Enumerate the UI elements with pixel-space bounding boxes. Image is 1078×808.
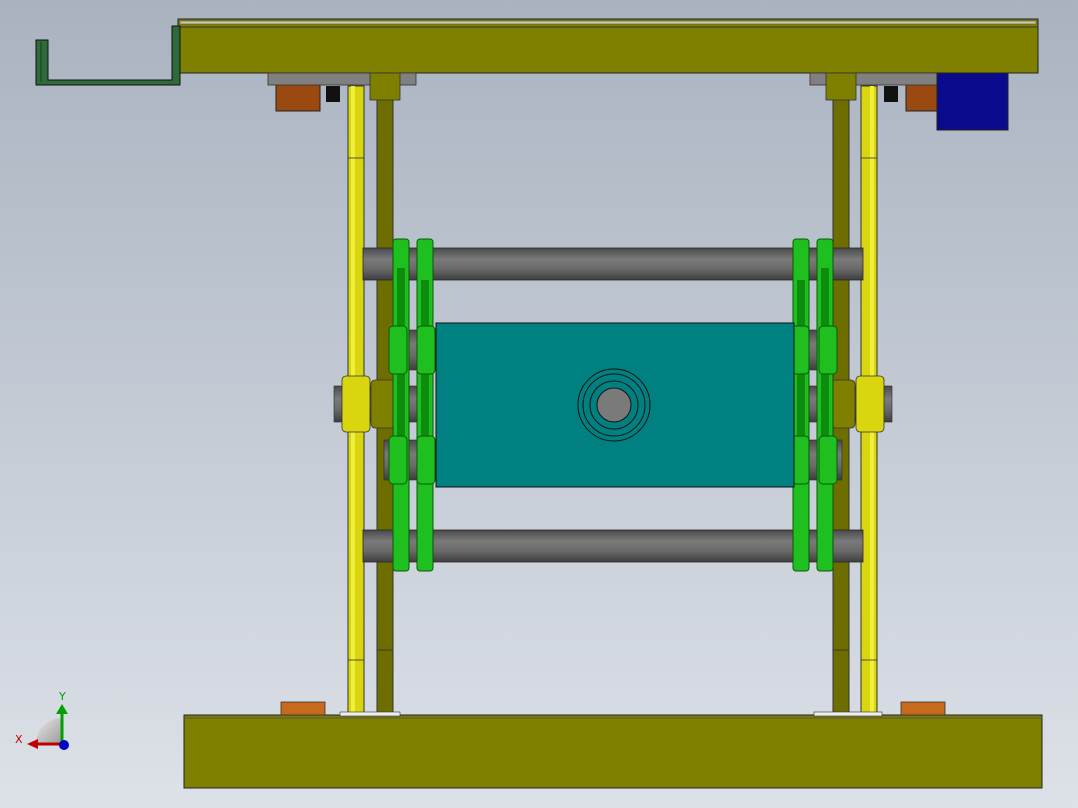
center-teal-block[interactable] [435,322,795,488]
blue-motor-block[interactable] [936,72,1009,131]
top-left-black-stop [326,86,340,102]
top-right-hinge [825,72,857,101]
bottom-left-orange-pad[interactable] [280,701,326,716]
lower-cross-rod[interactable] [362,529,864,563]
right-pivot-collar-2 [830,379,856,429]
right-pivot-collar [855,375,885,433]
z-axis-dot-icon [59,740,69,750]
x-axis-label: X [15,733,23,746]
top-platform[interactable] [177,18,1039,74]
scissor-lift-model: Y X [0,0,1078,808]
y-axis-label: Y [58,690,66,703]
upper-cross-rod[interactable] [362,247,864,281]
top-left-hinge [369,72,401,101]
left-pivot-collar [341,375,371,433]
bottom-right-orange-pad[interactable] [900,701,946,716]
model-viewport[interactable]: Y X [0,0,1078,808]
left-pivot-collar-2 [370,379,396,429]
center-shaft-hole [596,387,632,423]
bottom-base[interactable] [183,714,1043,789]
top-right-black-stop [884,86,898,102]
